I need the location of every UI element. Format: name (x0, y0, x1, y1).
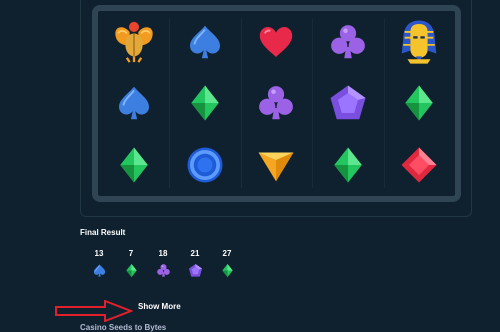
result-item: 18 (150, 248, 176, 278)
reel-cell (241, 73, 312, 135)
scarab-icon (111, 19, 157, 65)
diamond-green-icon (185, 83, 225, 123)
reel-cell (312, 134, 383, 196)
show-more-link[interactable]: Show More (138, 302, 181, 311)
gem-yellow-icon (256, 145, 296, 185)
reel-cell (241, 134, 312, 196)
diamond-green-icon (328, 145, 368, 185)
red-arrow-annotation (55, 300, 133, 322)
club-purple-icon (256, 83, 296, 123)
spade-blue-icon (185, 22, 225, 62)
casino-seeds-heading: Casino Seeds to Bytes (80, 323, 167, 332)
gem-red-icon (399, 145, 439, 185)
diamond-green-icon (114, 145, 154, 185)
reel-cell (384, 73, 455, 135)
reel-cell (169, 11, 240, 73)
heart-red-icon (256, 22, 296, 62)
result-count: 13 (94, 249, 104, 258)
reel-cell (98, 11, 169, 73)
club-purple-icon (328, 22, 368, 62)
result-count: 27 (222, 249, 232, 258)
reel-cell (98, 134, 169, 196)
gem-purple-icon (328, 83, 368, 123)
pharaoh-icon (396, 19, 442, 65)
spade-blue-icon (91, 262, 107, 278)
coin-blue-icon (185, 145, 225, 185)
result-count: 7 (128, 249, 134, 258)
spade-blue-icon (114, 83, 154, 123)
club-purple-icon (155, 262, 171, 278)
diamond-green-icon (399, 83, 439, 123)
result-item: 7 (118, 248, 144, 278)
reel-cell (98, 73, 169, 135)
reel-cell (241, 11, 312, 73)
result-count: 21 (190, 249, 200, 258)
reel-cell (169, 134, 240, 196)
final-result-row: 13 7 18 21 27 (86, 248, 240, 278)
reel-cell (384, 11, 455, 73)
reel-grid (98, 11, 455, 196)
reel-cell (312, 11, 383, 73)
reel-cell (169, 73, 240, 135)
reel-frame (92, 5, 461, 202)
diamond-green-icon (123, 262, 139, 278)
gem-purple-icon (187, 262, 203, 278)
reel-cell (312, 73, 383, 135)
diamond-green-icon (219, 262, 235, 278)
reel-cell (384, 134, 455, 196)
final-result-title: Final Result (80, 228, 126, 237)
result-item: 27 (214, 248, 240, 278)
result-count: 18 (158, 249, 168, 258)
result-item: 21 (182, 248, 208, 278)
result-item: 13 (86, 248, 112, 278)
